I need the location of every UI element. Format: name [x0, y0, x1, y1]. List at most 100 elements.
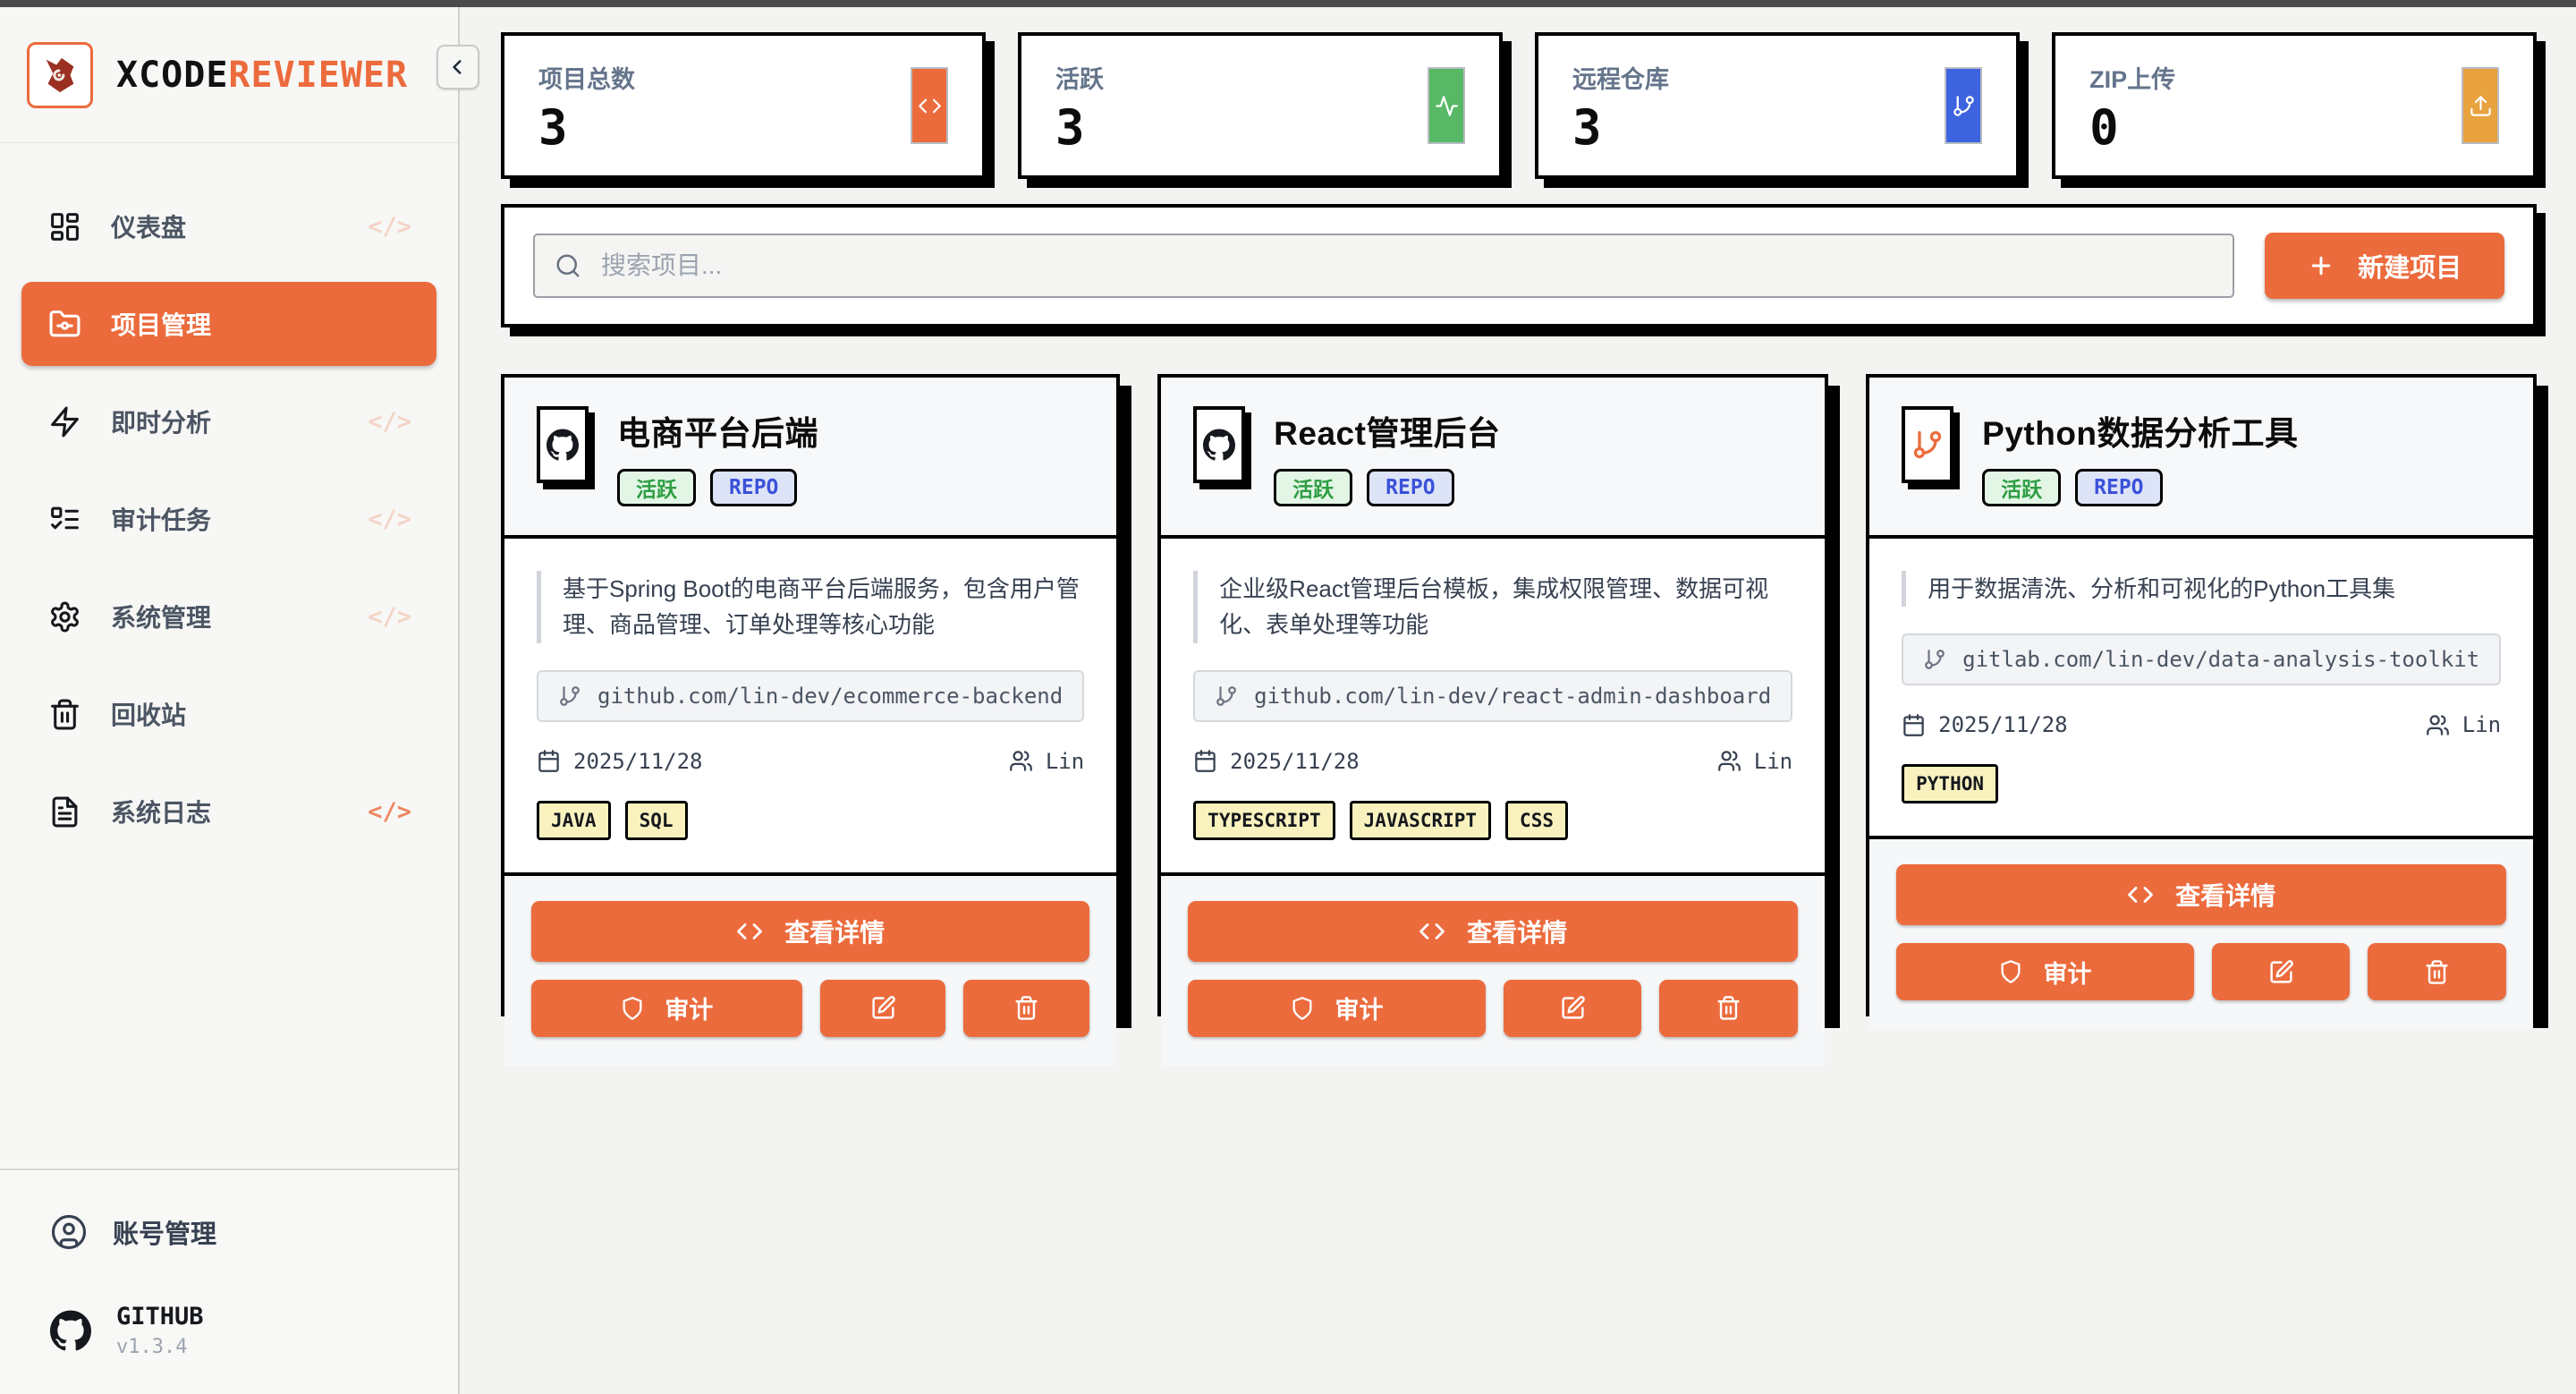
repo-url-text: github.com/lin-dev/react-admin-dashboard — [1254, 684, 1771, 709]
gear-icon — [48, 600, 81, 633]
sidebar-item-label: 系统日志 — [111, 794, 211, 829]
users-icon — [1009, 749, 1033, 773]
project-card-python-toolkit: Python数据分析工具 活跃 REPO 用于数据清洗、分析和可视化的Pytho… — [1866, 374, 2537, 1016]
sidebar-item-label: 审计任务 — [111, 501, 211, 537]
edit-button[interactable] — [1504, 980, 1642, 1037]
view-details-label: 查看详情 — [1467, 914, 1567, 949]
code-deco-icon: </> — [368, 213, 411, 241]
status-badge: 活跃 — [617, 469, 696, 506]
project-card-header: 电商平台后端 活跃 REPO — [504, 378, 1116, 539]
main-content: 项目总数 3 活跃 3 远程仓库 3 — [460, 7, 2576, 1394]
folder-git-icon — [48, 308, 81, 341]
code-icon — [918, 94, 942, 118]
sidebar-item-instant-analysis[interactable]: 即时分析 </> — [21, 379, 436, 463]
plus-icon — [2308, 252, 2334, 279]
project-meta: 2025/11/28 Lin — [537, 749, 1084, 774]
audit-button[interactable]: 审计 — [531, 980, 802, 1037]
project-title: 电商平台后端 — [617, 406, 818, 455]
project-card-body: 企业级React管理后台模板，集成权限管理、数据可视化、表单处理等功能 gith… — [1161, 539, 1825, 872]
language-tag: TYPESCRIPT — [1193, 801, 1335, 840]
language-tag: CSS — [1505, 801, 1568, 840]
sidebar-item-system-admin[interactable]: 系统管理 </> — [21, 574, 436, 659]
audit-label: 审计 — [665, 990, 713, 1025]
sidebar-item-recycle-bin[interactable]: 回收站 — [21, 672, 436, 756]
project-title: Python数据分析工具 — [1982, 406, 2298, 455]
git-branch-icon — [558, 684, 581, 708]
stat-label: 活跃 — [1055, 60, 1428, 95]
sidebar: XCODEREVIEWER 仪表盘 </> 项目管理 即时分析 </> 审计 — [0, 7, 460, 1394]
audit-label: 审计 — [2043, 955, 2091, 990]
language-tag: PYTHON — [1902, 764, 1998, 803]
stat-label: 远程仓库 — [1572, 60, 1945, 95]
account-management-item[interactable]: 账号管理 — [50, 1213, 408, 1251]
code-icon — [1419, 918, 1445, 945]
language-tag: SQL — [625, 801, 688, 840]
project-card-footer: 查看详情 审计 — [1869, 836, 2533, 1029]
repo-url: gitlab.com/lin-dev/data-analysis-toolkit — [1902, 633, 2501, 685]
calendar-icon — [1193, 749, 1217, 773]
stat-value: 3 — [1055, 104, 1428, 152]
project-source-box — [537, 406, 589, 483]
project-description: 用于数据清洗、分析和可视化的Python工具集 — [1902, 571, 2501, 607]
repo-url-text: github.com/lin-dev/ecommerce-backend — [597, 684, 1063, 709]
project-owner: Lin — [2426, 712, 2501, 737]
sidebar-item-label: 项目管理 — [111, 306, 211, 342]
zap-icon — [48, 405, 81, 438]
sidebar-item-dashboard[interactable]: 仪表盘 </> — [21, 184, 436, 268]
github-label: GITHUB — [116, 1303, 204, 1330]
project-meta: 2025/11/28 Lin — [1193, 749, 1792, 774]
code-deco-icon: </> — [368, 798, 411, 826]
delete-button[interactable] — [1659, 980, 1798, 1037]
new-project-button[interactable]: 新建项目 — [2265, 233, 2504, 299]
list-todo-icon — [48, 503, 81, 536]
chevron-left-icon — [446, 55, 470, 79]
edit-button[interactable] — [820, 980, 946, 1037]
sidebar-item-projects[interactable]: 项目管理 — [21, 282, 436, 366]
view-details-label: 查看详情 — [784, 914, 885, 949]
search-icon — [555, 252, 581, 279]
code-deco-icon: </> — [368, 603, 411, 631]
project-meta: 2025/11/28 Lin — [1902, 712, 2501, 737]
stat-card-remote-repos: 远程仓库 3 — [1535, 32, 2020, 179]
audit-button[interactable]: 审计 — [1896, 943, 2194, 1000]
project-card-footer: 查看详情 审计 — [504, 872, 1116, 1066]
delete-button[interactable] — [2368, 943, 2506, 1000]
sidebar-nav: 仪表盘 </> 项目管理 即时分析 </> 审计任务 </> 系统管理 </> — [0, 143, 458, 1169]
git-branch-icon — [1952, 94, 1976, 118]
sidebar-item-label: 仪表盘 — [111, 208, 186, 244]
tags-row: JAVA SQL — [537, 801, 1084, 840]
sidebar-item-system-logs[interactable]: 系统日志 </> — [21, 769, 436, 854]
sidebar-item-label: 系统管理 — [111, 599, 211, 634]
view-details-button[interactable]: 查看详情 — [531, 901, 1089, 962]
project-date: 2025/11/28 — [1902, 712, 2068, 737]
sidebar-footer: 账号管理 GITHUB v1.3.4 — [0, 1169, 458, 1394]
stat-icon-box — [1428, 67, 1465, 144]
project-source-box — [1902, 406, 1953, 483]
view-details-button[interactable]: 查看详情 — [1896, 864, 2506, 925]
trash-icon — [1716, 995, 1741, 1021]
upload-icon — [2469, 94, 2493, 118]
app-logo — [27, 42, 93, 108]
view-details-label: 查看详情 — [2175, 877, 2275, 913]
sidebar-collapse-button[interactable] — [436, 45, 479, 89]
delete-button[interactable] — [963, 980, 1089, 1037]
stat-card-zip-uploads: ZIP上传 0 — [2052, 32, 2537, 179]
search-input[interactable] — [533, 234, 2234, 298]
edit-button[interactable] — [2212, 943, 2351, 1000]
shield-icon — [620, 996, 645, 1021]
edit-icon — [1560, 995, 1586, 1021]
repo-badge: REPO — [1367, 469, 1453, 506]
view-details-button[interactable]: 查看详情 — [1188, 901, 1798, 962]
project-date: 2025/11/28 — [1193, 749, 1360, 774]
activity-icon — [1435, 94, 1459, 118]
audit-button[interactable]: 审计 — [1188, 980, 1486, 1037]
project-card-react-admin: React管理后台 活跃 REPO 企业级React管理后台模板，集成权限管理、… — [1157, 374, 1828, 1016]
sidebar-item-audit-tasks[interactable]: 审计任务 </> — [21, 477, 436, 561]
project-card-header: Python数据分析工具 活跃 REPO — [1869, 378, 2533, 539]
stat-icon-box — [911, 67, 948, 144]
repo-url: github.com/lin-dev/react-admin-dashboard — [1193, 670, 1792, 722]
github-version-item: GITHUB v1.3.4 — [50, 1303, 408, 1358]
owner-text: Lin — [1754, 749, 1792, 774]
project-owner: Lin — [1009, 749, 1084, 774]
project-toolbar: 新建项目 — [501, 204, 2537, 327]
